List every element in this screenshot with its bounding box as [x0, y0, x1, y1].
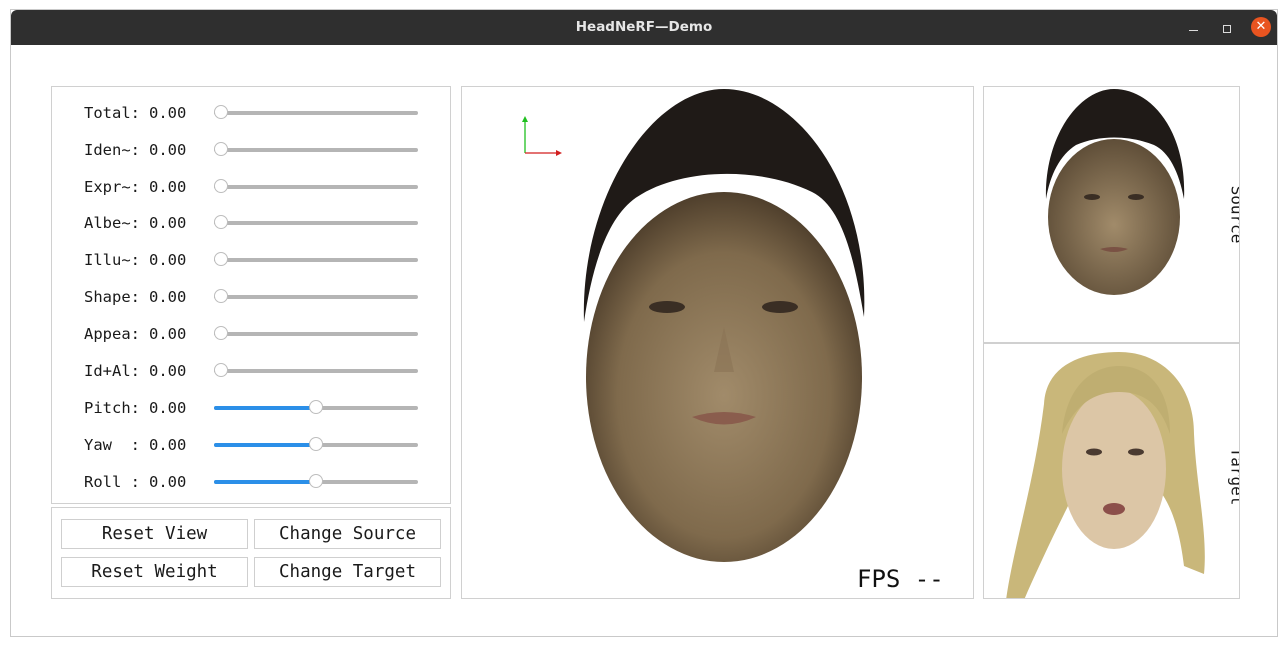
slider-label: Albe~: — [84, 214, 140, 232]
slider-row: Iden~: 0.00 — [52, 140, 450, 160]
slider-handle[interactable] — [214, 363, 228, 377]
slider-value: 0.00 — [149, 399, 187, 417]
title-bar[interactable]: HeadNeRF—Demo ✕ — [11, 10, 1277, 45]
slider-handle[interactable] — [214, 289, 228, 303]
slider-track[interactable] — [214, 289, 418, 303]
slider-fill — [214, 443, 316, 447]
rendered-face-image — [583, 89, 865, 562]
slider-row: Roll : 0.00 — [52, 472, 450, 492]
slider-value: 0.00 — [149, 288, 187, 306]
slider-row: Expr~: 0.00 — [52, 177, 450, 197]
slider-value: 0.00 — [149, 325, 187, 343]
slider-handle[interactable] — [214, 142, 228, 156]
change-target-button[interactable]: Change Target — [254, 557, 441, 587]
slider-value: 0.00 — [149, 362, 187, 380]
slider-track[interactable] — [214, 252, 418, 266]
slider-track[interactable] — [214, 326, 418, 340]
slider-handle[interactable] — [214, 252, 228, 266]
slider-label: Roll : — [84, 473, 140, 491]
slider-handle[interactable] — [214, 215, 228, 229]
slider-track[interactable] — [214, 215, 418, 229]
render-view[interactable]: FPS -- — [461, 86, 974, 599]
target-face-image — [1006, 352, 1205, 598]
slider-track[interactable] — [214, 179, 418, 193]
slider-row: Albe~: 0.00 — [52, 213, 450, 233]
slider-track[interactable] — [214, 363, 418, 377]
slider-handle[interactable] — [214, 105, 228, 119]
slider-value: 0.00 — [149, 104, 187, 122]
slider-row: Id+Al: 0.00 — [52, 361, 450, 381]
slider-label: Total: — [84, 104, 140, 122]
close-icon[interactable]: ✕ — [1251, 17, 1271, 37]
slider-fill — [214, 406, 316, 410]
target-view[interactable]: Target — [983, 343, 1240, 599]
slider-row: Illu~: 0.00 — [52, 250, 450, 270]
reset-view-button[interactable]: Reset View — [61, 519, 248, 549]
slider-track[interactable] — [214, 400, 418, 414]
window-title: HeadNeRF—Demo — [575, 19, 713, 35]
slider-label: Pitch: — [84, 399, 140, 417]
slider-track[interactable] — [214, 437, 418, 451]
slider-handle[interactable] — [214, 179, 228, 193]
slider-label: Shape: — [84, 288, 140, 306]
change-source-button[interactable]: Change Source — [254, 519, 441, 549]
slider-fill — [214, 480, 316, 484]
slider-value: 0.00 — [149, 178, 187, 196]
slider-track[interactable] — [214, 474, 418, 488]
slider-label: Yaw : — [84, 436, 140, 454]
parameter-slider-panel: Total: 0.00 Iden~: 0.00 Expr~: 0.00 Albe~: 0.00… — [51, 86, 451, 504]
source-label: Source — [1227, 185, 1240, 244]
slider-row: Total: 0.00 — [52, 103, 450, 123]
slider-value: 0.00 — [149, 141, 187, 159]
source-face-image — [1045, 89, 1185, 295]
slider-row: Shape: 0.00 — [52, 287, 450, 307]
reset-weight-button[interactable]: Reset Weight — [61, 557, 248, 587]
minimize-icon[interactable] — [1181, 10, 1205, 45]
slider-label: Iden~: — [84, 141, 140, 159]
slider-row: Appea: 0.00 — [52, 324, 450, 344]
slider-handle[interactable] — [309, 474, 323, 488]
button-panel: Reset View Change Source Reset Weight Ch… — [51, 507, 451, 599]
slider-value: 0.00 — [149, 473, 187, 491]
slider-label: Expr~: — [84, 178, 140, 196]
slider-handle[interactable] — [214, 326, 228, 340]
slider-handle[interactable] — [309, 437, 323, 451]
slider-label: Appea: — [84, 325, 140, 343]
slider-value: 0.00 — [149, 436, 187, 454]
source-view[interactable]: Source — [983, 86, 1240, 343]
slider-track[interactable] — [214, 105, 418, 119]
fps-counter: FPS -- — [857, 565, 944, 593]
slider-value: 0.00 — [149, 251, 187, 269]
slider-label: Id+Al: — [84, 362, 140, 380]
maximize-icon[interactable] — [1215, 10, 1239, 45]
slider-row: Yaw : 0.00 — [52, 435, 450, 455]
slider-handle[interactable] — [309, 400, 323, 414]
slider-row: Pitch: 0.00 — [52, 398, 450, 418]
target-label: Target — [1227, 447, 1240, 506]
slider-label: Illu~: — [84, 251, 140, 269]
slider-value: 0.00 — [149, 214, 187, 232]
slider-track[interactable] — [214, 142, 418, 156]
app-window: HeadNeRF—Demo ✕ Total: 0.00 Iden~: 0.00 Expr… — [10, 9, 1278, 637]
